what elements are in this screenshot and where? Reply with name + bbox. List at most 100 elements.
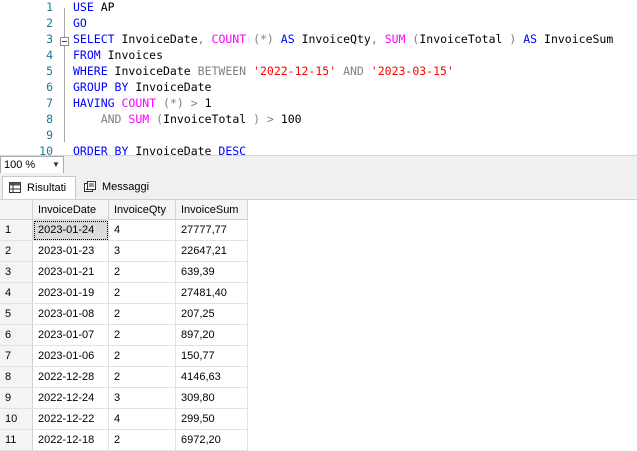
table-cell[interactable]: 2 bbox=[108, 345, 176, 367]
table-cell[interactable]: 2 bbox=[108, 282, 176, 304]
table-row: 6 2023-01-07 2 897,20 bbox=[0, 324, 248, 346]
table-cell[interactable]: 299,50 bbox=[175, 408, 248, 430]
code-line[interactable]: WHERE InvoiceDate BETWEEN '2022-12-15' A… bbox=[73, 63, 454, 79]
column-header-invoicedate[interactable]: InvoiceDate bbox=[32, 200, 109, 220]
row-number[interactable]: 6 bbox=[0, 324, 33, 346]
code-token: WHERE bbox=[73, 64, 108, 78]
code-token: , bbox=[197, 32, 205, 46]
table-cell[interactable]: 2 bbox=[108, 261, 176, 283]
code-token: > bbox=[266, 112, 274, 126]
table-cell[interactable]: 639,39 bbox=[175, 261, 248, 283]
table-cell[interactable]: 3 bbox=[108, 387, 176, 409]
code-token: InvoiceDate bbox=[107, 64, 198, 78]
code-token: SUM bbox=[128, 112, 150, 126]
code-token: SELECT bbox=[73, 32, 115, 46]
code-token: FROM bbox=[73, 48, 101, 62]
code-token: InvoiceDate bbox=[114, 32, 198, 46]
table-cell[interactable]: 2 bbox=[108, 303, 176, 325]
row-number[interactable]: 10 bbox=[0, 408, 33, 430]
sql-editor[interactable]: 1 2 3 4 5 6 7 8 9 10 USE AP GO SELECT InvoiceDate, … bbox=[0, 0, 637, 158]
table-cell[interactable]: 22647,21 bbox=[175, 240, 248, 262]
table-cell[interactable]: 27777,77 bbox=[175, 219, 248, 241]
code-token: '2022-12-15' bbox=[253, 64, 337, 78]
table-cell[interactable]: 2023-01-21 bbox=[32, 261, 109, 283]
code-token: SUM bbox=[384, 32, 406, 46]
code-line[interactable]: GO bbox=[73, 15, 87, 31]
table-cell[interactable]: 309,80 bbox=[175, 387, 248, 409]
tab-messages-label: Messaggi bbox=[102, 181, 150, 193]
grid-corner[interactable] bbox=[0, 200, 33, 220]
code-token: AND bbox=[343, 64, 364, 78]
table-cell[interactable]: 2023-01-24 bbox=[32, 219, 109, 241]
row-number[interactable]: 5 bbox=[0, 303, 33, 325]
table-cell[interactable]: 27481,40 bbox=[175, 282, 248, 304]
table-cell[interactable]: 2022-12-24 bbox=[32, 387, 109, 409]
code-token: GROUP BY bbox=[73, 80, 129, 94]
tab-results[interactable]: Risultati bbox=[2, 176, 76, 199]
table-cell[interactable]: 2023-01-07 bbox=[32, 324, 109, 346]
table-row: 4 2023-01-19 2 27481,40 bbox=[0, 282, 248, 304]
row-number[interactable]: 9 bbox=[0, 387, 33, 409]
code-token: COUNT bbox=[211, 32, 247, 46]
row-number[interactable]: 1 bbox=[0, 219, 33, 241]
table-row: 3 2023-01-21 2 639,39 bbox=[0, 261, 248, 283]
table-cell[interactable]: 4 bbox=[108, 408, 176, 430]
code-token: (*) bbox=[253, 32, 274, 46]
results-grid[interactable]: InvoiceDate InvoiceQty InvoiceSum 1 2023-… bbox=[0, 200, 637, 451]
chevron-down-icon[interactable]: ▼ bbox=[51, 157, 61, 173]
row-number[interactable]: 11 bbox=[0, 429, 33, 451]
row-number[interactable]: 8 bbox=[0, 366, 33, 388]
table-cell[interactable]: 2 bbox=[108, 429, 176, 451]
table-row: 8 2022-12-28 2 4146,63 bbox=[0, 366, 248, 388]
tab-messages[interactable]: Messaggi bbox=[78, 176, 150, 198]
table-cell[interactable]: 2 bbox=[108, 324, 176, 346]
code-line[interactable]: HAVING COUNT (*) > 1 bbox=[73, 95, 212, 111]
line-number: 5 bbox=[46, 64, 53, 78]
table-row: 7 2023-01-06 2 150,77 bbox=[0, 345, 248, 367]
zoom-select[interactable]: 100 % ▼ bbox=[0, 156, 64, 174]
table-cell[interactable]: 150,77 bbox=[175, 345, 248, 367]
code-line[interactable]: AND SUM (InvoiceTotal ) > 100 bbox=[73, 111, 302, 127]
table-row: 9 2022-12-24 3 309,80 bbox=[0, 387, 248, 409]
table-cell[interactable]: 2023-01-19 bbox=[32, 282, 109, 304]
row-number[interactable]: 2 bbox=[0, 240, 33, 262]
table-cell[interactable]: 2022-12-18 bbox=[32, 429, 109, 451]
code-area[interactable]: USE AP GO SELECT InvoiceDate, COUNT (*) AS… bbox=[73, 0, 637, 158]
code-line[interactable]: USE AP bbox=[73, 0, 115, 15]
column-header-invoicesum[interactable]: InvoiceSum bbox=[175, 200, 248, 220]
header-row: InvoiceDate InvoiceQty InvoiceSum bbox=[0, 200, 248, 220]
code-fold-line bbox=[64, 8, 65, 142]
line-number: 2 bbox=[46, 16, 53, 30]
code-token: > bbox=[190, 96, 198, 110]
table-cell[interactable]: 4146,63 bbox=[175, 366, 248, 388]
code-line[interactable]: GROUP BY InvoiceDate bbox=[73, 79, 211, 95]
table-cell[interactable]: 2022-12-28 bbox=[32, 366, 109, 388]
code-token: InvoiceDate bbox=[128, 80, 212, 94]
table-cell[interactable]: 3 bbox=[108, 240, 176, 262]
row-number[interactable]: 7 bbox=[0, 345, 33, 367]
column-header-invoiceqty[interactable]: InvoiceQty bbox=[108, 200, 176, 220]
results-tab-bar: Risultati Messaggi bbox=[0, 173, 637, 200]
table-cell[interactable]: 6972,20 bbox=[175, 429, 248, 451]
table-cell[interactable]: 2023-01-08 bbox=[32, 303, 109, 325]
row-number[interactable]: 4 bbox=[0, 282, 33, 304]
code-line[interactable]: SELECT InvoiceDate, COUNT (*) AS Invoice… bbox=[73, 31, 613, 47]
table-cell[interactable]: 207,25 bbox=[175, 303, 248, 325]
table-row: 1 2023-01-24 4 27777,77 bbox=[0, 219, 248, 241]
table-cell[interactable]: 2023-01-06 bbox=[32, 345, 109, 367]
table-cell[interactable]: 2023-01-23 bbox=[32, 240, 109, 262]
code-line[interactable]: FROM Invoices bbox=[73, 47, 163, 63]
table-cell[interactable]: 2022-12-22 bbox=[32, 408, 109, 430]
row-number[interactable]: 3 bbox=[0, 261, 33, 283]
fold-toggle-icon[interactable] bbox=[60, 37, 69, 46]
table-cell[interactable]: 897,20 bbox=[175, 324, 248, 346]
table-cell[interactable]: 4 bbox=[108, 219, 176, 241]
messages-icon bbox=[84, 181, 96, 192]
table-cell[interactable]: 2 bbox=[108, 366, 176, 388]
